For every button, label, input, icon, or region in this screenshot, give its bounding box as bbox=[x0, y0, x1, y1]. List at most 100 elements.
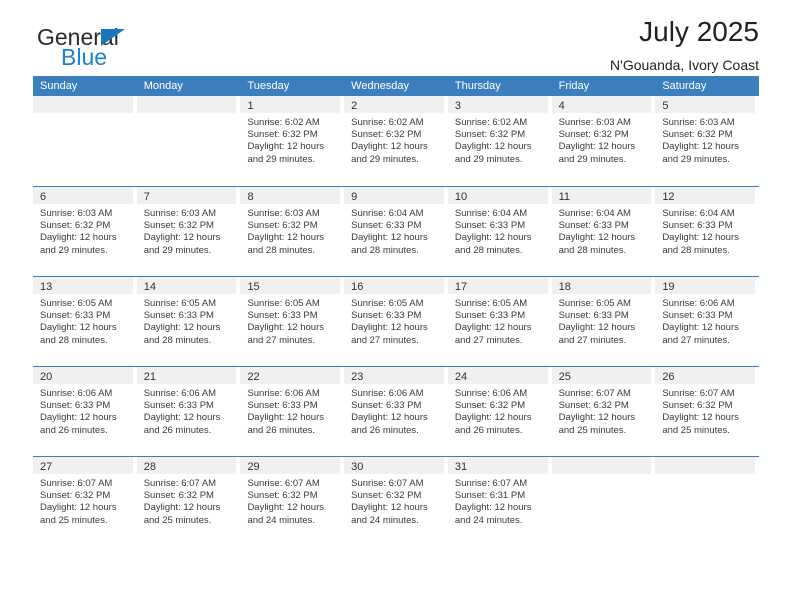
sunset-text: Sunset: 6:32 PM bbox=[454, 129, 526, 141]
calendar-day-cell[interactable]: 31 Sunrise: 6:07 AM Sunset: 6:31 PM Dayligh… bbox=[447, 457, 552, 546]
sunset-text: Sunset: 6:31 PM bbox=[454, 490, 526, 502]
daylight-text-line1: Daylight: 12 hours bbox=[40, 232, 117, 244]
day-number: 3 bbox=[454, 100, 461, 112]
day-number: 7 bbox=[143, 191, 150, 203]
calendar-day-cell[interactable]: 26 Sunrise: 6:07 AM Sunset: 6:32 PM Dayligh… bbox=[655, 367, 759, 456]
logo-text-blue: Blue bbox=[61, 44, 108, 70]
day-sun-info: Sunrise: 6:04 AM Sunset: 6:33 PM Daylight:… bbox=[448, 204, 548, 257]
calendar-day-cell[interactable]: 15 Sunrise: 6:05 AM Sunset: 6:33 PM Dayligh… bbox=[240, 277, 344, 366]
day-sun-info: Sunrise: 6:05 AM Sunset: 6:33 PM Daylight:… bbox=[137, 294, 237, 347]
weekday-header-monday: Monday bbox=[143, 80, 183, 92]
calendar-day-cell[interactable]: 28 Sunrise: 6:07 AM Sunset: 6:32 PM Dayligh… bbox=[136, 457, 241, 546]
page-subtitle: N'Gouanda, Ivory Coast bbox=[610, 57, 759, 73]
day-sun-info: Sunrise: 6:07 AM Sunset: 6:32 PM Daylight:… bbox=[344, 474, 444, 527]
sunrise-text: Sunrise: 6:04 AM bbox=[454, 208, 528, 219]
day-number-band: 20 bbox=[33, 367, 133, 384]
daylight-text-line1: Daylight: 12 hours bbox=[143, 412, 221, 424]
calendar-day-cell[interactable]: 23 Sunrise: 6:06 AM Sunset: 6:33 PM Dayligh… bbox=[344, 367, 448, 456]
day-number-band: 21 bbox=[136, 367, 237, 384]
day-sun-info: Sunrise: 6:07 AM Sunset: 6:32 PM Daylight:… bbox=[655, 384, 755, 437]
sunset-text: Sunset: 6:33 PM bbox=[454, 310, 526, 322]
day-number-band: 17 bbox=[447, 277, 548, 294]
day-number-band: 5 bbox=[655, 96, 756, 113]
day-number: 15 bbox=[247, 281, 260, 293]
sunrise-text: Sunrise: 6:05 AM bbox=[40, 298, 113, 309]
day-number-band: 14 bbox=[136, 277, 237, 294]
daylight-text-line2: and 26 minutes. bbox=[351, 424, 419, 436]
sunrise-text: Sunrise: 6:04 AM bbox=[558, 208, 631, 219]
sunrise-text: Sunrise: 6:02 AM bbox=[247, 117, 320, 128]
calendar-day-cell[interactable]: 27 Sunrise: 6:07 AM Sunset: 6:32 PM Dayligh… bbox=[33, 457, 137, 546]
calendar-day-cell[interactable]: 18 Sunrise: 6:05 AM Sunset: 6:33 PM Dayligh… bbox=[551, 277, 656, 366]
day-number-band: 4 bbox=[551, 96, 652, 113]
calendar-day-cell[interactable]: 14 Sunrise: 6:05 AM Sunset: 6:33 PM Dayligh… bbox=[136, 277, 241, 366]
calendar-day-cell[interactable]: 11 Sunrise: 6:04 AM Sunset: 6:33 PM Dayligh… bbox=[551, 187, 656, 276]
calendar-day-cell[interactable]: 10 Sunrise: 6:04 AM Sunset: 6:33 PM Dayligh… bbox=[447, 187, 552, 276]
daylight-text-line2: and 27 minutes. bbox=[454, 334, 523, 346]
daylight-text-line2: and 24 minutes. bbox=[351, 514, 419, 526]
daylight-text-line1: Daylight: 12 hours bbox=[454, 232, 532, 244]
day-number: 12 bbox=[662, 191, 675, 203]
day-sun-info: Sunrise: 6:03 AM Sunset: 6:32 PM Daylight:… bbox=[33, 204, 133, 257]
daylight-text-line2: and 29 minutes. bbox=[40, 244, 108, 256]
calendar-day-cell[interactable]: 17 Sunrise: 6:05 AM Sunset: 6:33 PM Dayligh… bbox=[447, 277, 552, 366]
calendar-day-cell[interactable]: 25 Sunrise: 6:07 AM Sunset: 6:32 PM Dayligh… bbox=[551, 367, 656, 456]
sunset-text: Sunset: 6:32 PM bbox=[247, 490, 318, 502]
sunrise-text: Sunrise: 6:07 AM bbox=[454, 478, 528, 489]
daylight-text-line2: and 29 minutes. bbox=[454, 153, 523, 165]
calendar-day-cell[interactable]: 8 Sunrise: 6:03 AM Sunset: 6:32 PM Daylight… bbox=[240, 187, 344, 276]
day-sun-info: Sunrise: 6:05 AM Sunset: 6:33 PM Daylight:… bbox=[552, 294, 652, 347]
day-number: 18 bbox=[558, 281, 571, 293]
day-sun-info: Sunrise: 6:07 AM Sunset: 6:31 PM Daylight:… bbox=[448, 474, 548, 527]
day-number-band: 26 bbox=[655, 367, 756, 384]
calendar-day-cell[interactable]: 5 Sunrise: 6:03 AM Sunset: 6:32 PM Daylight… bbox=[655, 96, 759, 186]
page-header: General Blue July 2025 N'Gouanda, Ivory … bbox=[33, 0, 759, 76]
calendar-day-cell[interactable]: 12 Sunrise: 6:04 AM Sunset: 6:33 PM Dayligh… bbox=[655, 187, 759, 276]
daylight-text-line1: Daylight: 12 hours bbox=[247, 141, 325, 153]
calendar-day-cell[interactable]: 4 Sunrise: 6:03 AM Sunset: 6:32 PM Daylight… bbox=[551, 96, 656, 186]
day-number: 20 bbox=[40, 371, 53, 383]
daylight-text-line1: Daylight: 12 hours bbox=[558, 412, 636, 424]
calendar-day-cell[interactable]: 3 Sunrise: 6:02 AM Sunset: 6:32 PM Daylight… bbox=[447, 96, 552, 186]
daylight-text-line1: Daylight: 12 hours bbox=[143, 232, 221, 244]
sunrise-text: Sunrise: 6:06 AM bbox=[143, 388, 217, 399]
daylight-text-line2: and 25 minutes. bbox=[558, 424, 627, 436]
daylight-text-line2: and 28 minutes. bbox=[454, 244, 523, 256]
calendar-day-cell[interactable]: 30 Sunrise: 6:07 AM Sunset: 6:32 PM Dayligh… bbox=[344, 457, 448, 546]
daylight-text-line1: Daylight: 12 hours bbox=[40, 322, 117, 334]
calendar-day-cell[interactable]: 24 Sunrise: 6:06 AM Sunset: 6:32 PM Dayligh… bbox=[447, 367, 552, 456]
calendar-day-cell[interactable]: 6 Sunrise: 6:03 AM Sunset: 6:32 PM Daylight… bbox=[33, 187, 137, 276]
daylight-text-line1: Daylight: 12 hours bbox=[454, 322, 532, 334]
calendar-week-row: 20 Sunrise: 6:06 AM Sunset: 6:33 PM Dayligh… bbox=[33, 366, 759, 456]
day-number: 16 bbox=[351, 281, 364, 293]
calendar-day-cell[interactable]: 29 Sunrise: 6:07 AM Sunset: 6:32 PM Dayligh… bbox=[240, 457, 344, 546]
calendar-day-cell[interactable]: 22 Sunrise: 6:06 AM Sunset: 6:33 PM Dayligh… bbox=[240, 367, 344, 456]
calendar-day-cell[interactable]: 2 Sunrise: 6:02 AM Sunset: 6:32 PM Daylight… bbox=[344, 96, 448, 186]
calendar-day-cell[interactable]: 9 Sunrise: 6:04 AM Sunset: 6:33 PM Daylight… bbox=[344, 187, 448, 276]
sunset-text: Sunset: 6:33 PM bbox=[662, 310, 733, 322]
calendar-day-cell[interactable]: 1 Sunrise: 6:02 AM Sunset: 6:32 PM Daylight… bbox=[240, 96, 344, 186]
calendar-day-cell[interactable]: 16 Sunrise: 6:05 AM Sunset: 6:33 PM Dayligh… bbox=[344, 277, 448, 366]
daylight-text-line2: and 27 minutes. bbox=[247, 334, 316, 346]
sunset-text: Sunset: 6:33 PM bbox=[558, 310, 629, 322]
calendar-week-row: 27 Sunrise: 6:07 AM Sunset: 6:32 PM Dayligh… bbox=[33, 456, 759, 546]
daylight-text-line2: and 28 minutes. bbox=[143, 334, 212, 346]
calendar-day-cell[interactable]: 21 Sunrise: 6:06 AM Sunset: 6:33 PM Dayligh… bbox=[136, 367, 241, 456]
title-block: July 2025 N'Gouanda, Ivory Coast bbox=[610, 16, 759, 73]
day-number-band: 10 bbox=[447, 187, 548, 204]
daylight-text-line1: Daylight: 12 hours bbox=[558, 232, 636, 244]
sunrise-text: Sunrise: 6:03 AM bbox=[143, 208, 217, 219]
daylight-text-line2: and 29 minutes. bbox=[351, 153, 419, 165]
calendar-day-cell[interactable]: 20 Sunrise: 6:06 AM Sunset: 6:33 PM Dayligh… bbox=[33, 367, 137, 456]
day-number-band: 1 bbox=[240, 96, 341, 113]
day-number-band: 8 bbox=[240, 187, 341, 204]
daylight-text-line1: Daylight: 12 hours bbox=[351, 232, 428, 244]
calendar-day-cell[interactable]: 7 Sunrise: 6:03 AM Sunset: 6:32 PM Daylight… bbox=[136, 187, 241, 276]
day-number-band: 18 bbox=[551, 277, 652, 294]
calendar-day-cell[interactable]: 13 Sunrise: 6:05 AM Sunset: 6:33 PM Dayligh… bbox=[33, 277, 137, 366]
day-number-band: 2 bbox=[344, 96, 444, 113]
sunrise-text: Sunrise: 6:02 AM bbox=[454, 117, 528, 128]
weekday-header-saturday: Saturday bbox=[662, 80, 707, 92]
day-number: 30 bbox=[351, 461, 364, 473]
calendar-day-cell[interactable]: 19 Sunrise: 6:06 AM Sunset: 6:33 PM Dayligh… bbox=[655, 277, 759, 366]
